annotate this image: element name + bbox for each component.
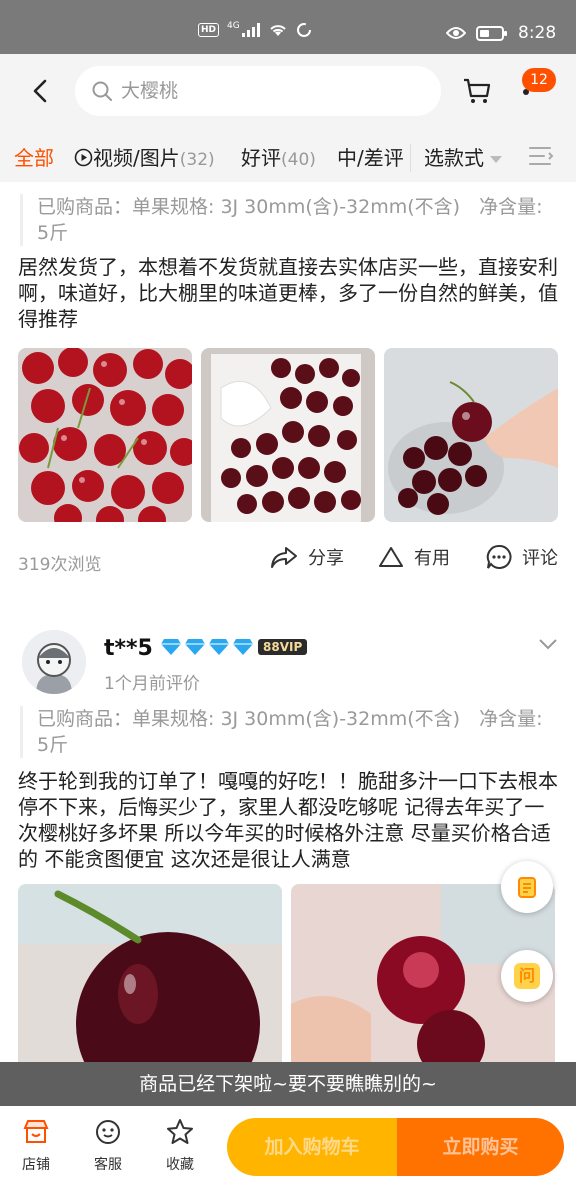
purchased-spec: 已购商品：单果规格: 3J 30mm(含)-32mm(不含) 净含量: 5斤 <box>20 706 550 758</box>
service-button[interactable]: 客服 <box>78 1118 138 1174</box>
cherry-hand-photo <box>384 348 558 522</box>
diamond-icon <box>233 639 253 655</box>
comment-icon <box>486 544 512 569</box>
reviews-list[interactable]: 已购商品：单果规格: 3J 30mm(含)-32mm(不含) 净含量: 5斤 居… <box>0 182 576 1062</box>
bottom-bar: 店铺 客服 收藏 加入购物车 立即购买 <box>0 1106 576 1188</box>
diamond-icon <box>209 639 229 655</box>
review-text: 终于轮到我的订单了！嘎嘎的好吃！！脆甜多汁一口下去根本停不下来，后悔买少了，家里… <box>18 769 558 871</box>
filter-list-icon[interactable] <box>528 145 554 167</box>
divider <box>410 144 411 172</box>
back-icon[interactable] <box>26 76 56 106</box>
share-button[interactable]: 分享 <box>270 544 344 570</box>
star-icon <box>167 1119 193 1144</box>
wifi-icon <box>270 25 286 36</box>
review-time: 1个月前评价 <box>104 674 200 694</box>
favorite-button[interactable]: 收藏 <box>150 1118 210 1174</box>
toast-message: 商品已经下架啦~要不要瞧瞧别的~ <box>0 1062 576 1106</box>
tab-label: 全部 <box>14 146 54 170</box>
tab-label: 中/差评 <box>337 146 404 170</box>
tab-count: (32) <box>179 150 215 170</box>
useful-button[interactable]: 有用 <box>378 544 450 570</box>
avatar-image <box>22 630 86 694</box>
buy-now-button[interactable]: 立即购买 <box>397 1118 564 1176</box>
floating-list-button[interactable] <box>501 861 553 913</box>
caret-down-icon <box>490 156 502 163</box>
diamond-level <box>160 638 254 656</box>
tab-label: 视频/图片 <box>93 146 180 170</box>
search-input[interactable] <box>121 80 401 102</box>
share-icon <box>271 547 297 568</box>
diamond-icon <box>161 639 181 655</box>
tab-good-reviews[interactable]: 好评(40) <box>241 142 316 171</box>
review-photo-1[interactable] <box>18 884 282 1062</box>
review-photo-2[interactable] <box>201 348 375 522</box>
status-icons: HD 4G <box>198 21 312 38</box>
review-text: 居然发货了，本想着不发货就直接去实体店买一些，直接安利啊，味道好，比大棚里的味道… <box>18 255 558 331</box>
clock: 8:28 <box>518 23 557 43</box>
cherries-photo <box>18 348 192 522</box>
useful-label: 有用 <box>414 548 450 569</box>
eye-icon <box>446 27 466 39</box>
thumb-up-icon <box>379 547 403 567</box>
search-bar[interactable] <box>75 66 441 116</box>
search-icon <box>92 81 112 101</box>
share-label: 分享 <box>308 548 344 569</box>
play-icon <box>74 148 93 167</box>
hd-badge: HD <box>198 23 220 37</box>
favorite-label: 收藏 <box>166 1157 194 1173</box>
cherries-box-photo <box>201 348 375 522</box>
review-photo-1[interactable] <box>18 348 192 522</box>
cart-badge: 12 <box>522 68 556 92</box>
chevron-down-icon[interactable] <box>538 638 558 650</box>
comment-label: 评论 <box>522 548 558 569</box>
tab-all[interactable]: 全部 <box>14 142 54 171</box>
avatar[interactable] <box>22 630 86 694</box>
purchased-spec: 已购商品：单果规格: 3J 30mm(含)-32mm(不含) 净含量: 5斤 <box>20 194 550 246</box>
sync-icon <box>296 23 311 37</box>
review-photo-3[interactable] <box>384 348 558 522</box>
service-label: 客服 <box>94 1157 122 1173</box>
network-label: 4G <box>227 21 240 31</box>
status-bar: HD 4G 8:28 <box>0 0 576 54</box>
style-select-label: 选款式 <box>424 146 484 170</box>
battery-icon <box>476 25 507 41</box>
diamond-icon <box>185 639 205 655</box>
tab-label: 好评 <box>241 146 281 170</box>
cherry-closeup-photo <box>18 884 282 1062</box>
filter-tabs: 全部 视频/图片(32) 好评(40) 中/差评 选款式 <box>0 130 576 182</box>
style-select[interactable]: 选款式 <box>424 142 502 171</box>
tab-count: (40) <box>281 150 316 170</box>
reviewer-nickname: t**5 <box>104 636 153 661</box>
tab-bad-reviews[interactable]: 中/差评 <box>337 142 404 171</box>
signal-icon <box>241 23 260 37</box>
view-count: 319次浏览 <box>18 555 102 575</box>
header: 12 <box>0 54 576 130</box>
clipboard-icon <box>518 877 536 898</box>
cart-icon[interactable] <box>462 76 492 106</box>
floating-ask-button[interactable]: 问 <box>501 950 553 1002</box>
comment-button[interactable]: 评论 <box>486 544 558 570</box>
chat-smile-icon <box>96 1120 120 1144</box>
vip-badge: 88VIP <box>258 639 308 655</box>
shop-button[interactable]: 店铺 <box>6 1118 66 1174</box>
shop-icon <box>23 1120 49 1143</box>
add-to-cart-button[interactable]: 加入购物车 <box>227 1118 397 1176</box>
shop-label: 店铺 <box>22 1157 50 1173</box>
tab-video-photo[interactable]: 视频/图片(32) <box>74 142 215 171</box>
status-right: 8:28 <box>446 23 556 43</box>
ask-icon: 问 <box>514 963 540 989</box>
